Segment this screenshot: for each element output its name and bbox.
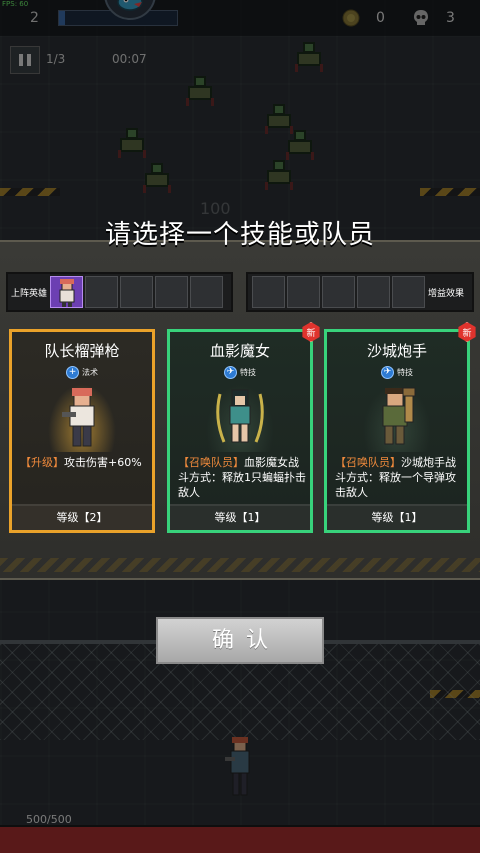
card-type-tag: ✈ 特技	[224, 366, 256, 379]
captain-sprite	[62, 388, 95, 447]
card-description: 【升级】攻击伤害+60%	[20, 455, 150, 470]
card-desc-highlight: 【召唤队员】	[335, 456, 401, 469]
card-type-tag: ✈ 特技	[381, 366, 413, 379]
card-level: 等级【2】	[12, 504, 152, 530]
card-level: 等级【1】	[327, 504, 467, 530]
card-type-label: 特技	[397, 368, 413, 377]
card-portrait	[206, 384, 274, 452]
hero-slot-filled[interactable]	[50, 276, 84, 308]
dialog-title: 请选择一个技能或队员	[104, 220, 375, 250]
buff-slot-empty	[287, 276, 320, 308]
panel-hazard-stripe	[0, 558, 480, 572]
captain-hero-icon	[59, 279, 75, 307]
hero-slots-label: 上阵英雄	[11, 288, 48, 299]
card-desc-highlight: 【升级】	[20, 456, 64, 469]
choice-card-blood-witch[interactable]: 血影魔女 ✈ 特技 【召唤队员】血影魔女战斗方式：释放1只蝙蝠扑击敌人 等级【1…	[167, 329, 313, 533]
spell-plus-icon: +	[66, 366, 79, 379]
choice-card-grenade-captain[interactable]: 队长榴弹枪 + 法术 【升级】攻击伤害+60% 等级【2】	[9, 329, 155, 533]
card-type-tag: + 法术	[66, 366, 98, 379]
buff-slot-empty	[322, 276, 355, 308]
card-desc-highlight: 【召唤队员】	[178, 456, 244, 469]
blood-witch-sprite	[216, 389, 264, 443]
confirm-button[interactable]: 确认	[156, 617, 324, 664]
card-portrait	[363, 384, 431, 452]
hero-slot-empty	[120, 276, 154, 308]
choice-card-sand-gunner[interactable]: 沙城炮手 ✈ 特技 【召唤队员】沙城炮手战斗方式：释放一个导弹攻击敌人 等级【1…	[324, 329, 470, 533]
card-level: 等级【1】	[170, 504, 310, 530]
card-title: 队长榴弹枪	[44, 342, 120, 360]
buff-slots-label: 增益效果	[428, 288, 465, 299]
card-description: 【召唤队员】血影魔女战斗方式：释放1只蝙蝠扑击敌人	[178, 455, 308, 500]
skill-icon: ✈	[381, 366, 394, 379]
sand-gunner-sprite	[382, 387, 416, 445]
card-type-label: 法术	[82, 368, 98, 377]
buff-slot-row: 增益效果	[246, 272, 474, 312]
card-portrait	[48, 384, 116, 452]
buff-slot-empty	[392, 276, 425, 308]
card-description: 【召唤队员】沙城炮手战斗方式：释放一个导弹攻击敌人	[335, 455, 465, 500]
buff-slot-empty	[357, 276, 390, 308]
buff-slot-empty	[252, 276, 285, 308]
hero-slot-empty	[85, 276, 119, 308]
skill-icon: ✈	[224, 366, 237, 379]
card-title: 血影魔女	[209, 342, 270, 360]
hero-slot-row: 上阵英雄	[6, 272, 233, 312]
card-type-label: 特技	[240, 368, 256, 377]
card-title: 沙城炮手	[366, 342, 427, 360]
hero-slot-empty	[155, 276, 189, 308]
hero-slot-empty	[190, 276, 224, 308]
card-desc-text: 攻击伤害+60%	[64, 456, 142, 469]
